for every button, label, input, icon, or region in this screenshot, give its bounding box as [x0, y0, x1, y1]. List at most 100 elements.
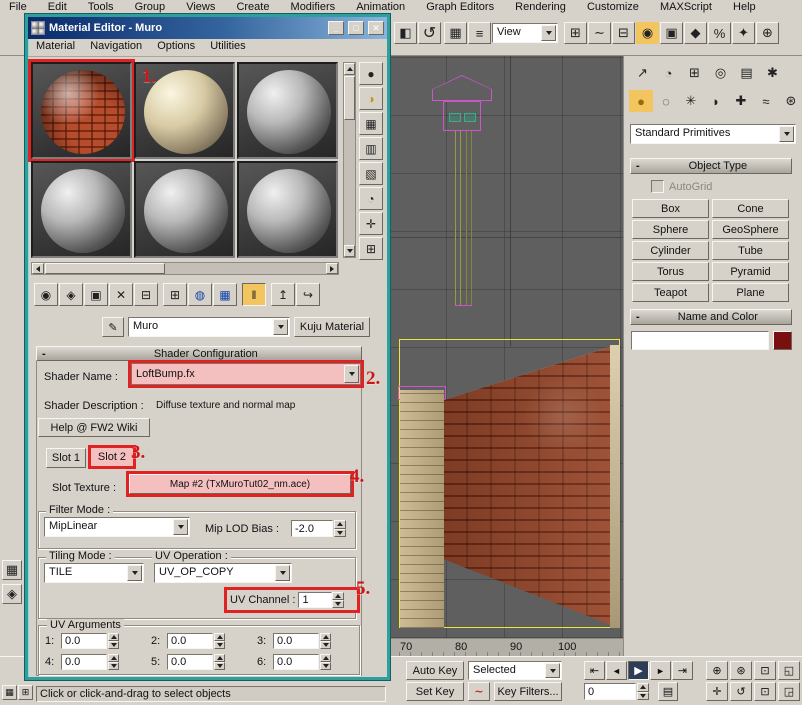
material-id-channel-icon[interactable]: ◍	[188, 283, 212, 306]
spacewarps-category-icon[interactable]: ≈	[754, 90, 778, 112]
menu-edit[interactable]: Edit	[39, 0, 76, 14]
backlight-icon[interactable]: ◑	[359, 87, 383, 110]
modify-tab-icon[interactable]: ◔	[657, 62, 680, 84]
chevron-down-icon[interactable]	[273, 319, 288, 335]
curve-editor-icon[interactable]: ∼	[588, 22, 611, 44]
teapot-button[interactable]: Teapot	[632, 283, 709, 302]
selection-lock-icon[interactable]: ⊞	[18, 685, 33, 700]
name-color-rollout-header[interactable]: - Name and Color	[630, 309, 792, 325]
mip-lod-spinner[interactable]	[334, 520, 346, 537]
vscroll-thumb[interactable]	[344, 76, 355, 120]
align-icon[interactable]: ≡	[468, 22, 491, 44]
pick-material-eyedropper-icon[interactable]: ✎	[102, 317, 124, 337]
render-setup-icon[interactable]: ▣	[660, 22, 683, 44]
primitives-dropdown[interactable]: Standard Primitives	[630, 124, 796, 144]
hierarchy-tab-icon[interactable]: ⊞	[683, 62, 706, 84]
cameras-category-icon[interactable]: ◗	[704, 90, 728, 112]
material-editor-icon[interactable]: ◉	[636, 22, 659, 44]
show-end-result-icon[interactable]: ‖	[242, 283, 266, 306]
menu-graph-editors[interactable]: Graph Editors	[417, 0, 503, 14]
menu-group[interactable]: Group	[126, 0, 175, 14]
uv-arg-2-spinner[interactable]	[214, 633, 225, 649]
arc-rotate-icon[interactable]: ↺	[730, 682, 752, 701]
menu-customize[interactable]: Customize	[578, 0, 648, 14]
uv-channel-spinner[interactable]	[332, 592, 344, 608]
object-color-swatch[interactable]	[773, 331, 792, 350]
chevron-down-icon[interactable]	[344, 365, 359, 383]
zoom-region-icon[interactable]: ◱	[778, 661, 800, 680]
quick-render-icon[interactable]: ◆	[684, 22, 707, 44]
material-map-navigator-icon[interactable]: ⊞	[359, 237, 383, 260]
filter-mode-dropdown[interactable]: MipLinear	[44, 517, 190, 537]
render-production-icon[interactable]: ⊕	[756, 22, 779, 44]
uv-arg-4-field[interactable]: 0.0	[61, 654, 107, 670]
sample-uv-tiling-icon[interactable]: ▥	[359, 137, 383, 160]
uv-operation-dropdown[interactable]: UV_OP_COPY	[154, 563, 292, 583]
shader-config-rollout-header[interactable]: - Shader Configuration	[36, 346, 362, 361]
sample-vscrollbar[interactable]	[343, 62, 356, 258]
set-key-button[interactable]: Set Key	[406, 682, 464, 701]
prev-frame-icon[interactable]: ◄	[606, 661, 627, 680]
percent-snap-icon[interactable]: %	[708, 22, 731, 44]
sample-type-icon[interactable]: ●	[359, 62, 383, 85]
uv-arg-5-field[interactable]: 0.0	[167, 654, 213, 670]
chevron-down-icon[interactable]	[173, 519, 188, 535]
cone-button[interactable]: Cone	[712, 199, 789, 218]
make-unique-icon[interactable]: ⊟	[134, 283, 158, 306]
autogrid-checkbox[interactable]	[651, 180, 664, 193]
sample-slot-3[interactable]	[237, 62, 338, 159]
menu-material[interactable]: Material	[28, 39, 81, 53]
material-editor-options-icon[interactable]: ✛	[359, 212, 383, 235]
box-button[interactable]: Box	[632, 199, 709, 218]
menu-rendering[interactable]: Rendering	[506, 0, 575, 14]
grid-toggle-icon[interactable]: ▦	[2, 560, 22, 580]
go-end-icon[interactable]: ⇥	[672, 661, 693, 680]
mirror-icon[interactable]: ◧	[394, 22, 417, 44]
uv-arg-5-spinner[interactable]	[214, 654, 225, 670]
maximize-icon[interactable]: □	[348, 21, 364, 35]
menu-navigation[interactable]: Navigation	[84, 39, 148, 53]
systems-category-icon[interactable]: ⊛	[779, 90, 802, 112]
display-tab-icon[interactable]: ▤	[735, 62, 758, 84]
chevron-down-icon[interactable]	[545, 663, 560, 678]
tube-button[interactable]: Tube	[712, 241, 789, 260]
go-forward-sibling-icon[interactable]: ↪	[296, 283, 320, 306]
sample-slot-4[interactable]	[31, 161, 132, 258]
zoom-extents-icon[interactable]: ⊡	[754, 661, 776, 680]
tab-slot-1[interactable]: Slot 1	[46, 448, 86, 468]
array-icon[interactable]: ▦	[444, 22, 467, 44]
uv-arg-1-spinner[interactable]	[108, 633, 119, 649]
menu-views[interactable]: Views	[177, 0, 224, 14]
menu-animation[interactable]: Animation	[347, 0, 414, 14]
frame-spinner[interactable]	[637, 683, 649, 700]
go-start-icon[interactable]: ⇤	[584, 661, 605, 680]
key-filters-button[interactable]: Key Filters...	[494, 682, 562, 701]
menu-create[interactable]: Create	[227, 0, 278, 14]
video-color-check-icon[interactable]: ▧	[359, 162, 383, 185]
background-icon[interactable]: ▦	[359, 112, 383, 135]
shader-name-dropdown[interactable]: LoftBump.fx	[131, 363, 361, 385]
help-wiki-button[interactable]: Help @ FW2 Wiki	[38, 418, 150, 437]
uv-arg-2-field[interactable]: 0.0	[167, 633, 213, 649]
uv-arg-3-spinner[interactable]	[320, 633, 331, 649]
scroll-down-icon[interactable]	[344, 245, 355, 257]
zoom-icon[interactable]: ⊕	[706, 661, 728, 680]
snap-toggle-icon[interactable]: ◈	[2, 584, 22, 604]
make-preview-icon[interactable]: ◔	[359, 187, 383, 210]
menu-options[interactable]: Options	[151, 39, 201, 53]
slot-texture-button[interactable]: Map #2 (TxMuroTut02_nm.ace)	[129, 474, 351, 494]
current-frame-field[interactable]: 0	[584, 683, 636, 700]
chevron-down-icon[interactable]	[541, 25, 556, 41]
menu-maxscript[interactable]: MAXScript	[651, 0, 721, 14]
menu-modifiers[interactable]: Modifiers	[282, 0, 345, 14]
object-type-rollout-header[interactable]: - Object Type	[630, 158, 792, 174]
uv-arg-6-field[interactable]: 0.0	[273, 654, 319, 670]
tiling-mode-dropdown[interactable]: TILE	[44, 563, 144, 583]
render-last-icon[interactable]: ✦	[732, 22, 755, 44]
get-material-icon[interactable]: ◉	[34, 283, 58, 306]
uv-channel-field[interactable]: 1	[298, 592, 332, 608]
put-to-library-icon[interactable]: ⊞	[163, 283, 187, 306]
new-key-filter-curve-icon[interactable]: ∼	[468, 682, 490, 701]
menu-file[interactable]: File	[0, 0, 36, 14]
chevron-down-icon[interactable]	[127, 565, 142, 581]
